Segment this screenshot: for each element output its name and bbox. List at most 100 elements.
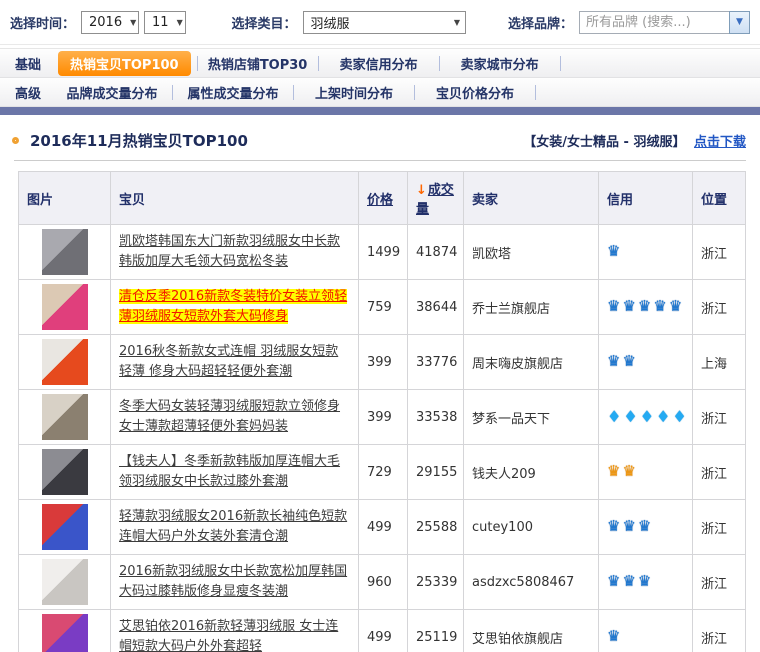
item-credit-cell: ♛♛♛♛♛ [599, 280, 693, 335]
brand-filter-label: 选择品牌： [508, 13, 573, 32]
tab-item-price-distribution[interactable]: 宝贝价格分布 [419, 83, 531, 102]
price-sort-link[interactable]: 价格 [367, 193, 393, 208]
item-seller-cell: 凯欧塔 [464, 225, 599, 280]
category-path-text: 【女装/女士精品 - 羽绒服】 [523, 135, 685, 150]
product-title-link[interactable]: 2016秋冬新款女式连帽 羽绒服女短款轻薄 修身大码超轻轻便外套潮 [119, 344, 338, 379]
column-header-volume[interactable]: ↓成交量 [408, 172, 464, 225]
item-image-cell [19, 610, 111, 652]
item-volume-cell: 33776 [408, 335, 464, 390]
item-seller-cell: cutey100 [464, 500, 599, 555]
blue-crown-icon: ♛ [622, 517, 635, 535]
item-seller-cell: asdzxc5808467 [464, 555, 599, 610]
product-title-link[interactable]: 轻薄款羽绒服女2016新款长袖纯色短款连帽大码户外女装外套清仓潮 [119, 509, 347, 544]
tab-brand-volume-distribution[interactable]: 品牌成交量分布 [56, 83, 168, 102]
blue-crown-icon: ♛ [607, 517, 620, 535]
year-select[interactable]: 2016 ▼ [81, 11, 139, 34]
product-thumbnail[interactable] [42, 394, 88, 440]
chevron-down-icon: ▼ [177, 18, 183, 27]
tab-separator [172, 85, 173, 100]
chevron-down-icon: ▼ [736, 17, 743, 27]
section-divider [14, 160, 746, 161]
blue-crown-icon: ♛ [607, 572, 620, 590]
brand-combobox: ▼ [579, 11, 750, 34]
item-volume-cell: 38644 [408, 280, 464, 335]
blue-crown-icon: ♛ [669, 297, 682, 315]
product-title-link[interactable]: 清仓反季2016新款冬装特价女装立领轻薄羽绒服女短款外套大码修身 [119, 289, 347, 324]
item-location-cell: 浙江 [693, 280, 746, 335]
year-select-value: 2016 [89, 15, 122, 30]
item-title-cell: 冬季大码女装轻薄羽绒服短款立领修身女士薄款超薄轻便外套妈妈装 [111, 390, 359, 445]
tab-attribute-volume-distribution[interactable]: 属性成交量分布 [177, 83, 289, 102]
blue-crown-icon: ♛ [622, 572, 635, 590]
item-image-cell [19, 555, 111, 610]
item-volume-cell: 25339 [408, 555, 464, 610]
table-row: 2016新款羽绒服女中长款宽松加厚韩国大码过膝韩版修身显瘦冬装潮 960 253… [19, 555, 746, 610]
item-seller-cell: 艾思铂依旗舰店 [464, 610, 599, 652]
item-price-cell: 399 [359, 390, 408, 445]
brand-search-input[interactable] [579, 11, 729, 34]
column-header-credit: 信用 [599, 172, 693, 225]
tabs-block: 基础 热销宝贝TOP100 热销店铺TOP30 卖家信用分布 卖家城市分布 高级… [0, 48, 760, 115]
brand-dropdown-button[interactable]: ▼ [729, 11, 750, 34]
tab-seller-credit-distribution[interactable]: 卖家信用分布 [323, 54, 435, 73]
item-image-cell [19, 335, 111, 390]
category-select[interactable]: 羽绒服 ▼ [303, 11, 467, 34]
table-row: 冬季大码女装轻薄羽绒服短款立领修身女士薄款超薄轻便外套妈妈装 399 33538… [19, 390, 746, 445]
product-thumbnail[interactable] [42, 504, 88, 550]
time-filter-label: 选择时间： [10, 13, 75, 32]
tab-hot-items-top100[interactable]: 热销宝贝TOP100 [58, 51, 191, 76]
table-row: 清仓反季2016新款冬装特价女装立领轻薄羽绒服女短款外套大码修身 759 386… [19, 280, 746, 335]
product-thumbnail[interactable] [42, 229, 88, 275]
product-thumbnail[interactable] [42, 449, 88, 495]
tab-separator [293, 85, 294, 100]
item-price-cell: 759 [359, 280, 408, 335]
tab-seller-city-distribution[interactable]: 卖家城市分布 [444, 54, 556, 73]
item-location-cell: 浙江 [693, 555, 746, 610]
item-title-cell: 清仓反季2016新款冬装特价女装立领轻薄羽绒服女短款外套大码修身 [111, 280, 359, 335]
tab-listing-time-distribution[interactable]: 上架时间分布 [298, 83, 410, 102]
tab-separator [535, 85, 536, 100]
blue-crown-icon: ♛ [607, 627, 620, 645]
tab-separator [560, 56, 561, 71]
tab-separator [414, 85, 415, 100]
item-price-cell: 399 [359, 335, 408, 390]
column-header-location: 位置 [693, 172, 746, 225]
column-header-price[interactable]: 价格 [359, 172, 408, 225]
product-thumbnail[interactable] [42, 614, 88, 652]
advanced-tabs-label: 高级 [0, 83, 56, 102]
category-filter-label: 选择类目： [231, 13, 296, 32]
top100-table: 图片 宝贝 价格 ↓成交量 卖家 信用 位置 凯欧塔韩国东大门新款羽绒服女中长款… [18, 171, 746, 652]
month-select[interactable]: 11 ▼ [144, 11, 186, 34]
table-row: 2016秋冬新款女式连帽 羽绒服女短款轻薄 修身大码超轻轻便外套潮 399 33… [19, 335, 746, 390]
item-volume-cell: 41874 [408, 225, 464, 280]
product-thumbnail[interactable] [42, 284, 88, 330]
product-title-link[interactable]: 冬季大码女装轻薄羽绒服短款立领修身女士薄款超薄轻便外套妈妈装 [119, 399, 340, 434]
blue-diamond-icon: ♦ [607, 407, 621, 426]
category-select-value: 羽绒服 [311, 13, 350, 32]
product-title-link[interactable]: 2016新款羽绒服女中长款宽松加厚韩国大码过膝韩版修身显瘦冬装潮 [119, 564, 347, 599]
item-price-cell: 1499 [359, 225, 408, 280]
item-image-cell [19, 225, 111, 280]
download-link[interactable]: 点击下载 [694, 135, 746, 150]
tabs-bottom-bar [0, 107, 760, 115]
product-title-link[interactable]: 【钱夫人】冬季新款韩版加厚连帽大毛领羽绒服女中长款过膝外套潮 [119, 454, 340, 489]
product-thumbnail[interactable] [42, 339, 88, 385]
item-volume-cell: 25588 [408, 500, 464, 555]
table-row: 【钱夫人】冬季新款韩版加厚连帽大毛领羽绒服女中长款过膝外套潮 729 29155… [19, 445, 746, 500]
chevron-down-icon: ▼ [454, 18, 460, 27]
top100-table-wrap: 图片 宝贝 价格 ↓成交量 卖家 信用 位置 凯欧塔韩国东大门新款羽绒服女中长款… [0, 171, 760, 652]
blue-crown-icon: ♛ [653, 297, 666, 315]
column-header-image: 图片 [19, 172, 111, 225]
product-thumbnail[interactable] [42, 559, 88, 605]
filter-bar: 选择时间： 2016 ▼ 11 ▼ 选择类目： 羽绒服 ▼ 选择品牌： ▼ [0, 0, 760, 45]
product-title-link[interactable]: 凯欧塔韩国东大门新款羽绒服女中长款韩版加厚大毛领大码宽松冬装 [119, 234, 340, 269]
item-price-cell: 499 [359, 500, 408, 555]
tab-hot-shops-top30[interactable]: 热销店铺TOP30 [202, 54, 314, 73]
item-price-cell: 499 [359, 610, 408, 652]
item-credit-cell: ♦♦♦♦♦ [599, 390, 693, 445]
blue-crown-icon: ♛ [638, 517, 651, 535]
blue-diamond-icon: ♦ [640, 407, 654, 426]
item-volume-cell: 33538 [408, 390, 464, 445]
product-title-link[interactable]: 艾思铂依2016新款轻薄羽绒服 女士连帽短款大码户外外套超轻 [119, 619, 338, 652]
blue-crown-icon: ♛ [622, 352, 635, 370]
